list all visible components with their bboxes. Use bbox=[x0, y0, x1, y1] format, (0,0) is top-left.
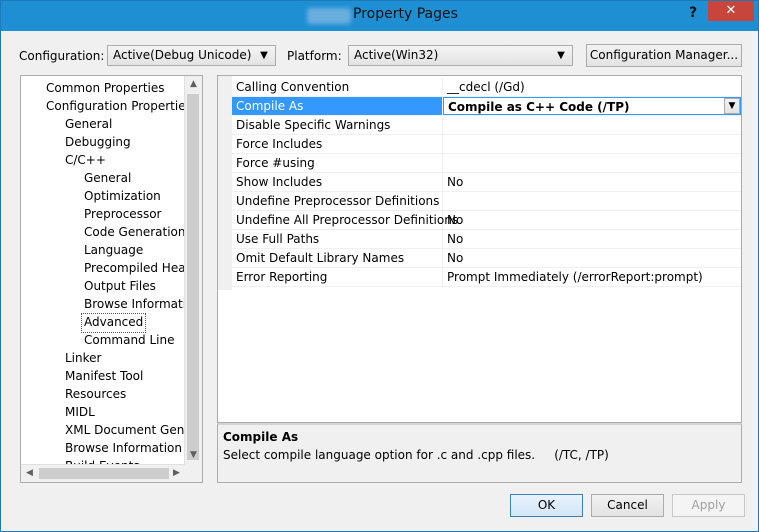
scroll-up-icon[interactable]: ▲ bbox=[185, 76, 202, 93]
property-row-disable-specific-warnings[interactable]: Disable Specific Warnings bbox=[232, 116, 741, 135]
property-value-dropdown[interactable]: Compile as C++ Code (/TP) ▼ bbox=[443, 97, 741, 115]
property-name: Disable Specific Warnings bbox=[232, 116, 443, 134]
tree-item-preprocessor[interactable]: Preprocessor bbox=[84, 205, 161, 223]
tree-item-optimization[interactable]: Optimization bbox=[84, 187, 161, 205]
project-name-redacted bbox=[307, 8, 351, 24]
tree-item-output-files[interactable]: Output Files bbox=[84, 277, 156, 295]
tree-item-common-properties[interactable]: Common Properties bbox=[46, 79, 165, 97]
tree-item-resources[interactable]: Resources bbox=[65, 385, 126, 403]
cancel-button[interactable]: Cancel bbox=[591, 494, 664, 517]
property-value[interactable]: No bbox=[443, 249, 741, 267]
property-row-calling-convention[interactable]: Calling Convention __cdecl (/Gd) bbox=[232, 78, 741, 97]
platform-value: Active(Win32) bbox=[354, 48, 439, 62]
help-button[interactable]: ? bbox=[682, 3, 704, 23]
property-value[interactable] bbox=[443, 192, 741, 210]
property-row-undefine-preprocessor-definitions[interactable]: Undefine Preprocessor Definitions bbox=[232, 192, 741, 211]
ok-button[interactable]: OK bbox=[510, 494, 583, 517]
property-name: Undefine Preprocessor Definitions bbox=[232, 192, 443, 210]
property-value[interactable]: No bbox=[443, 173, 741, 191]
property-pages-window: Property Pages ? ✕ Configuration: Active… bbox=[0, 0, 759, 532]
property-name: Compile As bbox=[232, 97, 443, 115]
property-value: Compile as C++ Code (/TP) bbox=[448, 100, 630, 114]
property-value[interactable]: No bbox=[443, 230, 741, 248]
property-value[interactable]: No bbox=[443, 211, 741, 229]
description-panel: Compile As Select compile language optio… bbox=[217, 423, 742, 483]
close-button[interactable]: ✕ bbox=[708, 1, 754, 21]
grid-gutter bbox=[218, 76, 232, 290]
property-name: Calling Convention bbox=[232, 78, 443, 96]
property-grid[interactable]: Calling Convention __cdecl (/Gd) Compile… bbox=[217, 75, 742, 423]
property-row-error-reporting[interactable]: Error Reporting Prompt Immediately (/err… bbox=[232, 268, 741, 287]
property-tree[interactable]: Common Properties Configuration Properti… bbox=[20, 75, 203, 483]
property-name: Show Includes bbox=[232, 173, 443, 191]
tree-item-advanced[interactable]: Advanced bbox=[81, 313, 147, 333]
property-name: Use Full Paths bbox=[232, 230, 443, 248]
tree-item-command-line[interactable]: Command Line bbox=[84, 331, 175, 349]
chevron-down-icon: ▼ bbox=[557, 50, 565, 61]
property-row-force-includes[interactable]: Force Includes bbox=[232, 135, 741, 154]
chevron-down-icon[interactable]: ▼ bbox=[724, 98, 740, 114]
configuration-value: Active(Debug Unicode) bbox=[113, 48, 252, 62]
platform-label: Platform: bbox=[287, 49, 342, 63]
property-value[interactable] bbox=[443, 135, 741, 153]
tree-item-xml-document-generator[interactable]: XML Document Genera bbox=[65, 421, 202, 439]
tree-item-linker[interactable]: Linker bbox=[65, 349, 101, 367]
tree-item-manifest-tool[interactable]: Manifest Tool bbox=[65, 367, 143, 385]
property-value[interactable]: Prompt Immediately (/errorReport:prompt) bbox=[443, 268, 741, 286]
tree-item-cpp-general[interactable]: General bbox=[84, 169, 131, 187]
tree-item-configuration-properties[interactable]: Configuration Properties bbox=[46, 97, 192, 115]
property-row-use-full-paths[interactable]: Use Full Paths No bbox=[232, 230, 741, 249]
chevron-down-icon: ▼ bbox=[260, 50, 268, 61]
tree-item-cpp[interactable]: C/C++ bbox=[65, 151, 106, 169]
property-name: Undefine All Preprocessor Definitions bbox=[232, 211, 458, 229]
tree-vertical-scrollbar[interactable]: ▲ ▼ bbox=[184, 76, 202, 482]
tree-item-midl[interactable]: MIDL bbox=[65, 403, 95, 421]
tree-vscroll-thumb[interactable] bbox=[187, 94, 199, 460]
platform-dropdown[interactable]: Active(Win32) ▼ bbox=[348, 45, 573, 66]
property-name: Omit Default Library Names bbox=[232, 249, 443, 267]
property-row-omit-default-library-names[interactable]: Omit Default Library Names No bbox=[232, 249, 741, 268]
scroll-left-icon[interactable]: ◀ bbox=[21, 465, 38, 482]
property-value[interactable]: __cdecl (/Gd) bbox=[443, 78, 741, 96]
property-row-force-using[interactable]: Force #using bbox=[232, 154, 741, 173]
tree-item-language[interactable]: Language bbox=[84, 241, 143, 259]
property-name: Force Includes bbox=[232, 135, 443, 153]
scroll-down-icon[interactable]: ▼ bbox=[185, 447, 202, 464]
property-name: Force #using bbox=[232, 154, 443, 172]
tree-item-code-generation[interactable]: Code Generation bbox=[84, 223, 185, 241]
title-bar[interactable]: Property Pages ? ✕ bbox=[1, 1, 758, 31]
scroll-right-icon[interactable]: ▶ bbox=[168, 465, 185, 482]
tree-item-debugging[interactable]: Debugging bbox=[65, 133, 131, 151]
window-title: Property Pages bbox=[353, 6, 458, 22]
configuration-manager-button[interactable]: Configuration Manager... bbox=[586, 44, 742, 67]
property-value[interactable] bbox=[443, 154, 741, 172]
configuration-dropdown[interactable]: Active(Debug Unicode) ▼ bbox=[107, 45, 276, 66]
apply-button[interactable]: Apply bbox=[672, 494, 745, 517]
tree-item-general[interactable]: General bbox=[65, 115, 112, 133]
property-row-compile-as[interactable]: Compile As Compile as C++ Code (/TP) ▼ bbox=[232, 97, 741, 116]
property-value[interactable] bbox=[443, 116, 741, 134]
description-title: Compile As bbox=[223, 430, 299, 444]
tree-item-browse-information-2[interactable]: Browse Information bbox=[65, 439, 182, 457]
description-text: Select compile language option for .c an… bbox=[223, 448, 609, 462]
tree-horizontal-scrollbar[interactable]: ◀ ▶ bbox=[21, 464, 185, 482]
configuration-label: Configuration: bbox=[19, 49, 105, 63]
property-row-show-includes[interactable]: Show Includes No bbox=[232, 173, 741, 192]
tree-hscroll-thumb[interactable] bbox=[39, 468, 169, 479]
property-row-undefine-all-preprocessor-definitions[interactable]: Undefine All Preprocessor Definitions No bbox=[232, 211, 741, 230]
property-name: Error Reporting bbox=[232, 268, 443, 286]
